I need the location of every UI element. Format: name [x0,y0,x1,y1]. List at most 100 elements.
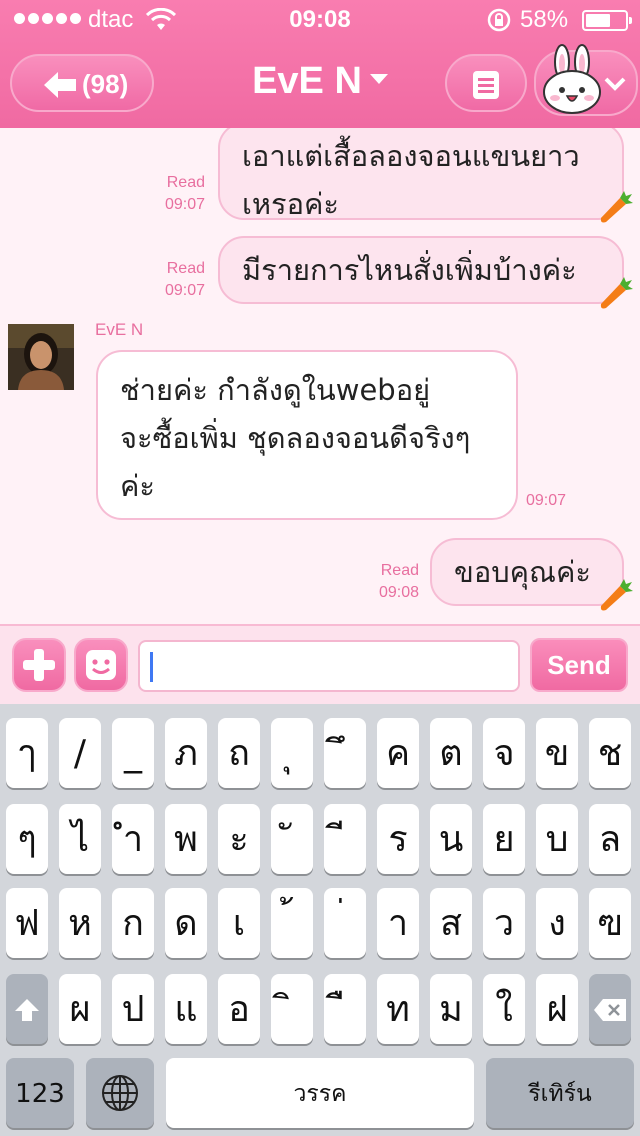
message-time: 09:08 [378,584,419,601]
key[interactable]: อ [218,974,260,1044]
chevron-down-icon [369,73,388,84]
message-bubble-outgoing[interactable]: มีรายการไหนสั่งเพิ่มบ้างค่ะ [218,236,624,304]
key[interactable]: ะ [218,804,260,874]
message-bubble-outgoing[interactable]: เอาแต่เสื้อลองจอนแขนยาว เหรอค่ะ [218,128,624,221]
key[interactable]: ื [324,974,366,1044]
bunny-sticker-icon [543,44,601,114]
key[interactable]: ฟ [6,888,48,958]
key[interactable]: ถ [218,718,260,788]
carrot-icon [600,277,633,309]
message-meta: Read 09:07 [150,172,205,216]
message-line: ค่ะ [120,469,155,503]
message-meta: Read 09:07 [150,258,205,302]
smiley-icon [86,650,116,680]
key[interactable]: ร [377,804,419,874]
key[interactable]: ย [483,804,525,874]
numbers-key[interactable]: 123 [6,1058,74,1128]
key[interactable]: _ [112,718,154,788]
battery-percent: 58% [520,6,569,33]
key[interactable]: ว [483,888,525,958]
message-list[interactable]: Read 09:07 เอาแต่เสื้อลองจอนแขนยาว เหรอค… [0,128,640,624]
key[interactable]: ฃ [589,888,631,958]
key[interactable]: ้ [271,888,313,958]
thai-keyboard: ๅ / _ ภ ถ ุ ึ ค ต จ ข ช ๆ ไ ำ พ ะ ั ี ร … [0,704,640,1136]
key[interactable]: ภ [165,718,207,788]
key[interactable]: า [377,888,419,958]
sender-name: EvE N [95,320,144,339]
menu-button[interactable] [445,54,527,112]
key[interactable]: ส [430,888,472,958]
message-input-bar: Send [0,624,640,704]
message-bubble-incoming[interactable]: ช่ายค่ะ กำลังดูในwebอยู่ จะซื้อเพิ่ม ชุด… [96,350,518,520]
key[interactable]: ำ [112,804,154,874]
key[interactable]: ห [59,888,101,958]
menu-list-icon [473,71,499,99]
space-key[interactable]: วรรค [166,1058,474,1128]
sticker-menu-button[interactable] [534,44,638,116]
key[interactable]: ไ [59,804,101,874]
key[interactable]: ม [430,974,472,1044]
key[interactable]: ๆ [6,804,48,874]
key[interactable]: ี [324,804,366,874]
text-caret [150,652,153,682]
chat-header: dtac 09:08 58% (98) EvE N [0,0,640,128]
contact-avatar[interactable] [8,324,74,390]
key[interactable]: ต [430,718,472,788]
carrot-icon [600,191,633,223]
read-status: Read [166,260,205,277]
key[interactable]: ุ [271,718,313,788]
message-time: 09:07 [164,196,205,213]
status-bar: dtac 09:08 58% [0,0,640,40]
message-bubble-outgoing[interactable]: ขอบคุณค่ะ [430,538,624,606]
chat-title: EvE N [252,60,362,102]
key[interactable]: ใ [483,974,525,1044]
key[interactable]: บ [536,804,578,874]
key[interactable]: ช [589,718,631,788]
key[interactable]: แ [165,974,207,1044]
send-button[interactable]: Send [530,638,628,692]
backspace-key[interactable] [589,974,631,1044]
key[interactable]: ก [112,888,154,958]
key[interactable]: ๅ [6,718,48,788]
key[interactable]: ึ [324,718,366,788]
key[interactable]: ง [536,888,578,958]
key[interactable]: ั [271,804,313,874]
avatar-photo [8,324,74,390]
message-time: 09:07 [164,282,205,299]
read-status: Read [380,562,419,579]
key[interactable]: ่ [324,888,366,958]
key[interactable]: ท [377,974,419,1044]
message-line: ขอบคุณค่ะ [454,555,591,589]
key[interactable]: / [59,718,101,788]
shift-key[interactable] [6,974,48,1044]
key[interactable]: ล [589,804,631,874]
emoji-button[interactable] [74,638,128,692]
key[interactable]: เ [218,888,260,958]
key[interactable]: ผ [59,974,101,1044]
key[interactable]: ด [165,888,207,958]
message-line: เอาแต่เสื้อลองจอนแขนยาว [242,139,580,173]
key[interactable]: ป [112,974,154,1044]
key[interactable]: น [430,804,472,874]
key[interactable]: ค [377,718,419,788]
message-line: เหรอค่ะ [242,187,339,221]
message-line: จะซื้อเพิ่ม ชุดลองจอนดีจริงๆ [120,421,471,455]
plus-icon [23,649,55,681]
globe-key[interactable] [86,1058,154,1128]
key[interactable]: ิ [271,974,313,1044]
key[interactable]: จ [483,718,525,788]
key[interactable]: ข [536,718,578,788]
key[interactable]: ฝ [536,974,578,1044]
carrot-icon [600,579,633,611]
message-input[interactable] [138,640,520,692]
key[interactable]: พ [165,804,207,874]
attach-button[interactable] [12,638,66,692]
message-meta: Read 09:08 [364,560,419,604]
return-key[interactable]: รีเทิร์น [486,1058,634,1128]
rotation-lock-icon [487,8,511,32]
read-status: Read [166,174,205,191]
backspace-icon [594,999,626,1021]
battery-icon [582,10,632,31]
message-line: ช่ายค่ะ กำลังดูในwebอยู่ [120,373,431,407]
message-time: 09:07 [526,492,567,509]
